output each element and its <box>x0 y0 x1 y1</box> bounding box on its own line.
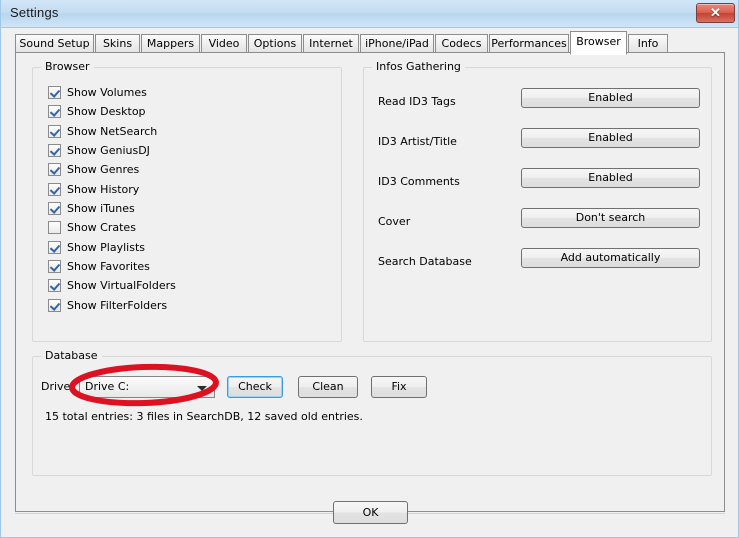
browser-groupbox-title: Browser <box>41 60 94 73</box>
checkbox-icon[interactable] <box>48 241 61 254</box>
settings-window: Settings ✕ Sound Setup Skins Mappers Vid… <box>0 0 739 538</box>
tab-codecs[interactable]: Codecs <box>435 34 488 53</box>
button-search-database[interactable]: Add automatically <box>521 248 700 268</box>
database-groupbox-title: Database <box>41 349 102 362</box>
title-bar: Settings ✕ <box>1 0 738 28</box>
checkbox-icon[interactable] <box>48 260 61 273</box>
browser-groupbox: Browser Show Volumes Show Desktop Show N… <box>32 60 342 342</box>
checkbox-label: Show Volumes <box>67 86 147 99</box>
tab-browser[interactable]: Browser <box>570 31 627 55</box>
button-id3-comments[interactable]: Enabled <box>521 168 700 188</box>
checkbox-icon[interactable] <box>48 183 61 196</box>
checkbox-label: Show Favorites <box>67 260 150 273</box>
tab-options[interactable]: Options <box>248 34 302 53</box>
checkbox-icon[interactable] <box>48 125 61 138</box>
button-id3-artist-title[interactable]: Enabled <box>521 128 700 148</box>
close-icon: ✕ <box>710 5 721 20</box>
ok-button[interactable]: OK <box>333 501 408 524</box>
database-status-text: 15 total entries: 3 files in SearchDB, 1… <box>45 410 363 423</box>
client-area: Sound Setup Skins Mappers Video Options … <box>2 28 738 536</box>
drive-select[interactable]: Drive C: <box>79 376 215 398</box>
tab-info[interactable]: Info <box>628 34 668 53</box>
tab-page-browser: Browser Show Volumes Show Desktop Show N… <box>15 52 725 512</box>
button-read-id3-tags[interactable]: Enabled <box>521 88 700 108</box>
checkbox-icon[interactable] <box>48 105 61 118</box>
checkbox-label: Show History <box>67 183 140 196</box>
checkbox-label: Show Desktop <box>67 105 146 118</box>
checkbox-icon[interactable] <box>48 163 61 176</box>
checkbox-icon[interactable] <box>48 279 61 292</box>
label-search-database: Search Database <box>378 255 472 268</box>
checkbox-label: Show iTunes <box>67 202 135 215</box>
checkbox-label: Show Playlists <box>67 241 146 254</box>
tab-mappers[interactable]: Mappers <box>141 34 200 53</box>
drive-label: Drive: <box>41 380 75 393</box>
checkbox-icon[interactable] <box>48 202 61 215</box>
checkbox-label: Show FilterFolders <box>67 299 168 312</box>
tab-iphone-ipad[interactable]: iPhone/iPad <box>360 34 434 53</box>
fix-button[interactable]: Fix <box>371 376 427 398</box>
checkbox-label: Show NetSearch <box>67 125 158 138</box>
checkbox-icon[interactable] <box>48 221 61 234</box>
label-id3-comments: ID3 Comments <box>378 175 460 188</box>
checkbox-label: Show GeniusDJ <box>67 144 150 157</box>
check-button[interactable]: Check <box>227 376 283 398</box>
button-cover[interactable]: Don't search <box>521 208 700 228</box>
checkbox-label: Show Genres <box>67 163 140 176</box>
close-button[interactable]: ✕ <box>696 3 735 23</box>
drive-select-value: Drive C: <box>85 380 130 393</box>
tab-performances[interactable]: Performances <box>489 34 569 53</box>
label-id3-artist-title: ID3 Artist/Title <box>378 135 457 148</box>
tab-internet[interactable]: Internet <box>303 34 359 53</box>
checkbox-icon[interactable] <box>48 299 61 312</box>
infos-gathering-groupbox: Infos Gathering Read ID3 Tags Enabled ID… <box>363 60 712 342</box>
chevron-down-icon[interactable] <box>197 386 207 391</box>
tab-strip: Sound Setup Skins Mappers Video Options … <box>15 31 725 55</box>
window-title: Settings <box>10 5 59 20</box>
tab-sound-setup[interactable]: Sound Setup <box>15 34 94 53</box>
tab-skins[interactable]: Skins <box>95 34 140 53</box>
database-groupbox: Database Drive: Drive C: Check Clean Fix… <box>32 349 712 476</box>
checkbox-icon[interactable] <box>48 144 61 157</box>
checkbox-label: Show Crates <box>67 221 136 234</box>
infos-gathering-groupbox-title: Infos Gathering <box>372 60 465 73</box>
tab-video[interactable]: Video <box>201 34 247 53</box>
checkbox-label: Show VirtualFolders <box>67 279 176 292</box>
clean-button[interactable]: Clean <box>298 376 358 398</box>
label-read-id3-tags: Read ID3 Tags <box>378 95 456 108</box>
checkbox-icon[interactable] <box>48 86 61 99</box>
label-cover: Cover <box>378 215 411 228</box>
